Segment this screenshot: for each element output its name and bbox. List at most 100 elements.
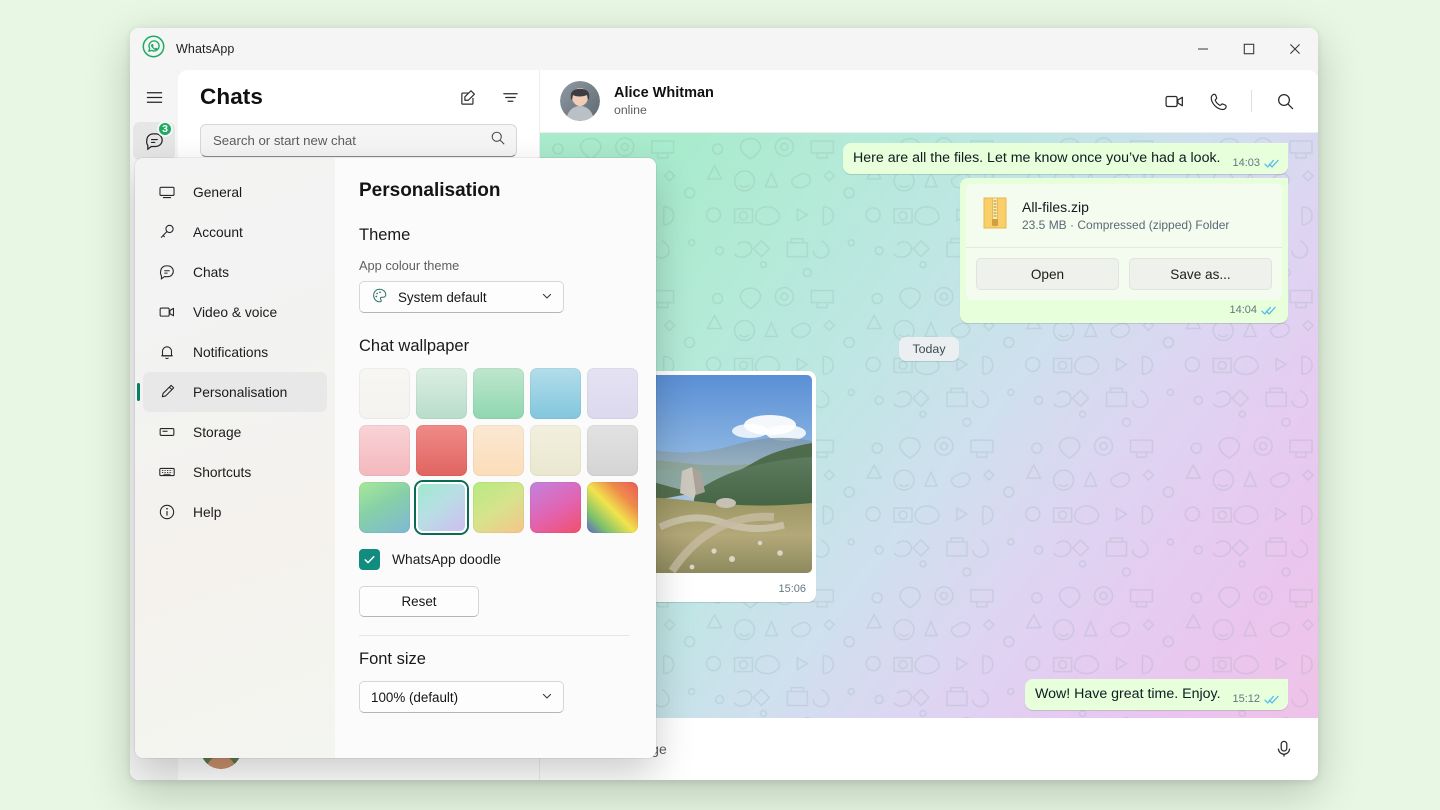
sidebar-item-video-voice[interactable]: Video & voice [143, 292, 327, 332]
font-size-section-title: Font size [359, 650, 630, 669]
palette-icon [371, 287, 388, 307]
conversation-header: Alice Whitman online [540, 70, 1318, 133]
message-input[interactable]: Type a message [564, 729, 1272, 769]
whatsapp-doodle-label: WhatsApp doodle [392, 552, 501, 567]
message-meta: 14:03 [1232, 156, 1279, 171]
read-receipt-icon [1261, 305, 1276, 316]
sidebar-item-personalisation[interactable]: Personalisation [143, 372, 327, 412]
message-bubble-outgoing[interactable]: Wow! Have great time. Enjoy. 15:12 [1025, 679, 1288, 710]
sidebar-item-label: Shortcuts [193, 465, 251, 480]
save-as-button[interactable]: Save as... [1129, 258, 1272, 290]
minimize-button[interactable] [1180, 28, 1226, 70]
message-bubble-outgoing[interactable]: Here are all the files. Let me know once… [843, 143, 1288, 174]
chat-wallpaper: Here are all the files. Let me know once… [540, 133, 1318, 718]
sidebar-item-general[interactable]: General [143, 172, 327, 212]
sidebar-item-storage[interactable]: Storage [143, 412, 327, 452]
sidebar-item-label: General [193, 185, 242, 200]
file-card: All-files.zip 23.5 MB · Compressed (zipp… [966, 184, 1282, 300]
read-receipt-icon [1264, 694, 1279, 705]
maximize-button[interactable] [1226, 28, 1272, 70]
whatsapp-doodle-row[interactable]: WhatsApp doodle [359, 549, 630, 570]
chevron-down-icon [541, 690, 553, 705]
file-info: All-files.zip 23.5 MB · Compressed (zipp… [966, 184, 1282, 247]
sidebar-item-label: Video & voice [193, 305, 277, 320]
settings-dialog: General Account Chats Video & voice [135, 158, 656, 758]
wallpaper-swatch[interactable] [473, 425, 524, 476]
message-time: 14:03 [1232, 156, 1260, 171]
wallpaper-swatch[interactable] [473, 482, 524, 533]
message-meta: 15:12 [1232, 692, 1279, 707]
settings-nav: General Account Chats Video & voice [135, 158, 335, 758]
wallpaper-swatch-selected[interactable] [416, 482, 467, 533]
sidebar-item-account[interactable]: Account [143, 212, 327, 252]
conversation-pane: Alice Whitman online [540, 70, 1318, 780]
open-file-button[interactable]: Open [976, 258, 1119, 290]
app-colour-theme-value: System default [398, 290, 487, 305]
wallpaper-swatch[interactable] [359, 368, 410, 419]
video-icon [157, 302, 177, 322]
sidebar-item-help[interactable]: Help [143, 492, 327, 532]
chats-unread-badge: 3 [157, 121, 173, 137]
brush-icon [157, 382, 177, 402]
wallpaper-swatch[interactable] [587, 368, 638, 419]
app-brand: WhatsApp [130, 35, 234, 63]
wallpaper-swatch[interactable] [530, 482, 581, 533]
message-row: Here are all the files. Let me know once… [570, 143, 1288, 174]
search-box[interactable] [200, 124, 517, 157]
video-call-icon[interactable] [1163, 90, 1185, 112]
theme-section-title: Theme [359, 226, 630, 245]
wallpaper-swatch[interactable] [416, 368, 467, 419]
search-icon[interactable] [490, 130, 506, 151]
chat-list-header: Chats [178, 70, 539, 114]
wallpaper-swatch[interactable] [359, 482, 410, 533]
message-list: Here are all the files. Let me know once… [540, 133, 1318, 718]
sidebar-item-label: Storage [193, 425, 241, 440]
wallpaper-swatch[interactable] [587, 482, 638, 533]
message-row: Wow! Have great time. Enjoy. 15:12 [570, 679, 1288, 710]
whatsapp-doodle-checkbox[interactable] [359, 549, 380, 570]
search-icon[interactable] [1274, 90, 1296, 112]
wallpaper-swatch[interactable] [530, 368, 581, 419]
voice-call-icon[interactable] [1207, 90, 1229, 112]
whatsapp-window: WhatsApp 3 [130, 28, 1318, 780]
sidebar-item-shortcuts[interactable]: Shortcuts [143, 452, 327, 492]
file-meta: All-files.zip 23.5 MB · Compressed (zipp… [1022, 199, 1229, 232]
microphone-icon[interactable] [1272, 737, 1296, 761]
title-bar: WhatsApp [130, 28, 1318, 70]
font-size-dropdown[interactable]: 100% (default) [359, 681, 564, 713]
wallpaper-swatch[interactable] [587, 425, 638, 476]
hamburger-menu-icon[interactable] [133, 78, 175, 116]
sidebar-item-label: Account [193, 225, 243, 240]
close-button[interactable] [1272, 28, 1318, 70]
message-time: 15:12 [1232, 692, 1260, 707]
message-bubble-file[interactable]: All-files.zip 23.5 MB · Compressed (zipp… [960, 178, 1288, 323]
contact-status: online [614, 103, 714, 117]
monitor-icon [157, 182, 177, 202]
info-icon [157, 502, 177, 522]
font-size-value: 100% (default) [371, 690, 458, 705]
wallpaper-swatch[interactable] [416, 425, 467, 476]
zip-file-icon [982, 196, 1008, 235]
settings-title: Personalisation [359, 180, 630, 202]
wallpaper-swatch-grid [359, 368, 630, 533]
search-input[interactable] [213, 133, 490, 148]
window-controls [1180, 28, 1318, 70]
chevron-down-icon [541, 290, 553, 305]
new-chat-icon[interactable] [457, 86, 479, 108]
whatsapp-logo-icon [142, 35, 165, 63]
keyboard-icon [157, 462, 177, 482]
reset-button[interactable]: Reset [359, 586, 479, 617]
app-colour-theme-dropdown[interactable]: System default [359, 281, 564, 313]
sidebar-item-chats[interactable]: Chats [143, 252, 327, 292]
app-title: WhatsApp [176, 42, 234, 56]
message-row: here! 15:06 [570, 371, 1288, 602]
wallpaper-swatch[interactable] [359, 425, 410, 476]
sidebar-item-notifications[interactable]: Notifications [143, 332, 327, 372]
filter-icon[interactable] [499, 86, 521, 108]
sidebar-item-chats[interactable]: 3 [133, 122, 175, 160]
app-colour-theme-label: App colour theme [359, 258, 630, 273]
wallpaper-swatch[interactable] [473, 368, 524, 419]
avatar[interactable] [560, 81, 600, 121]
wallpaper-swatch[interactable] [530, 425, 581, 476]
bell-icon [157, 342, 177, 362]
